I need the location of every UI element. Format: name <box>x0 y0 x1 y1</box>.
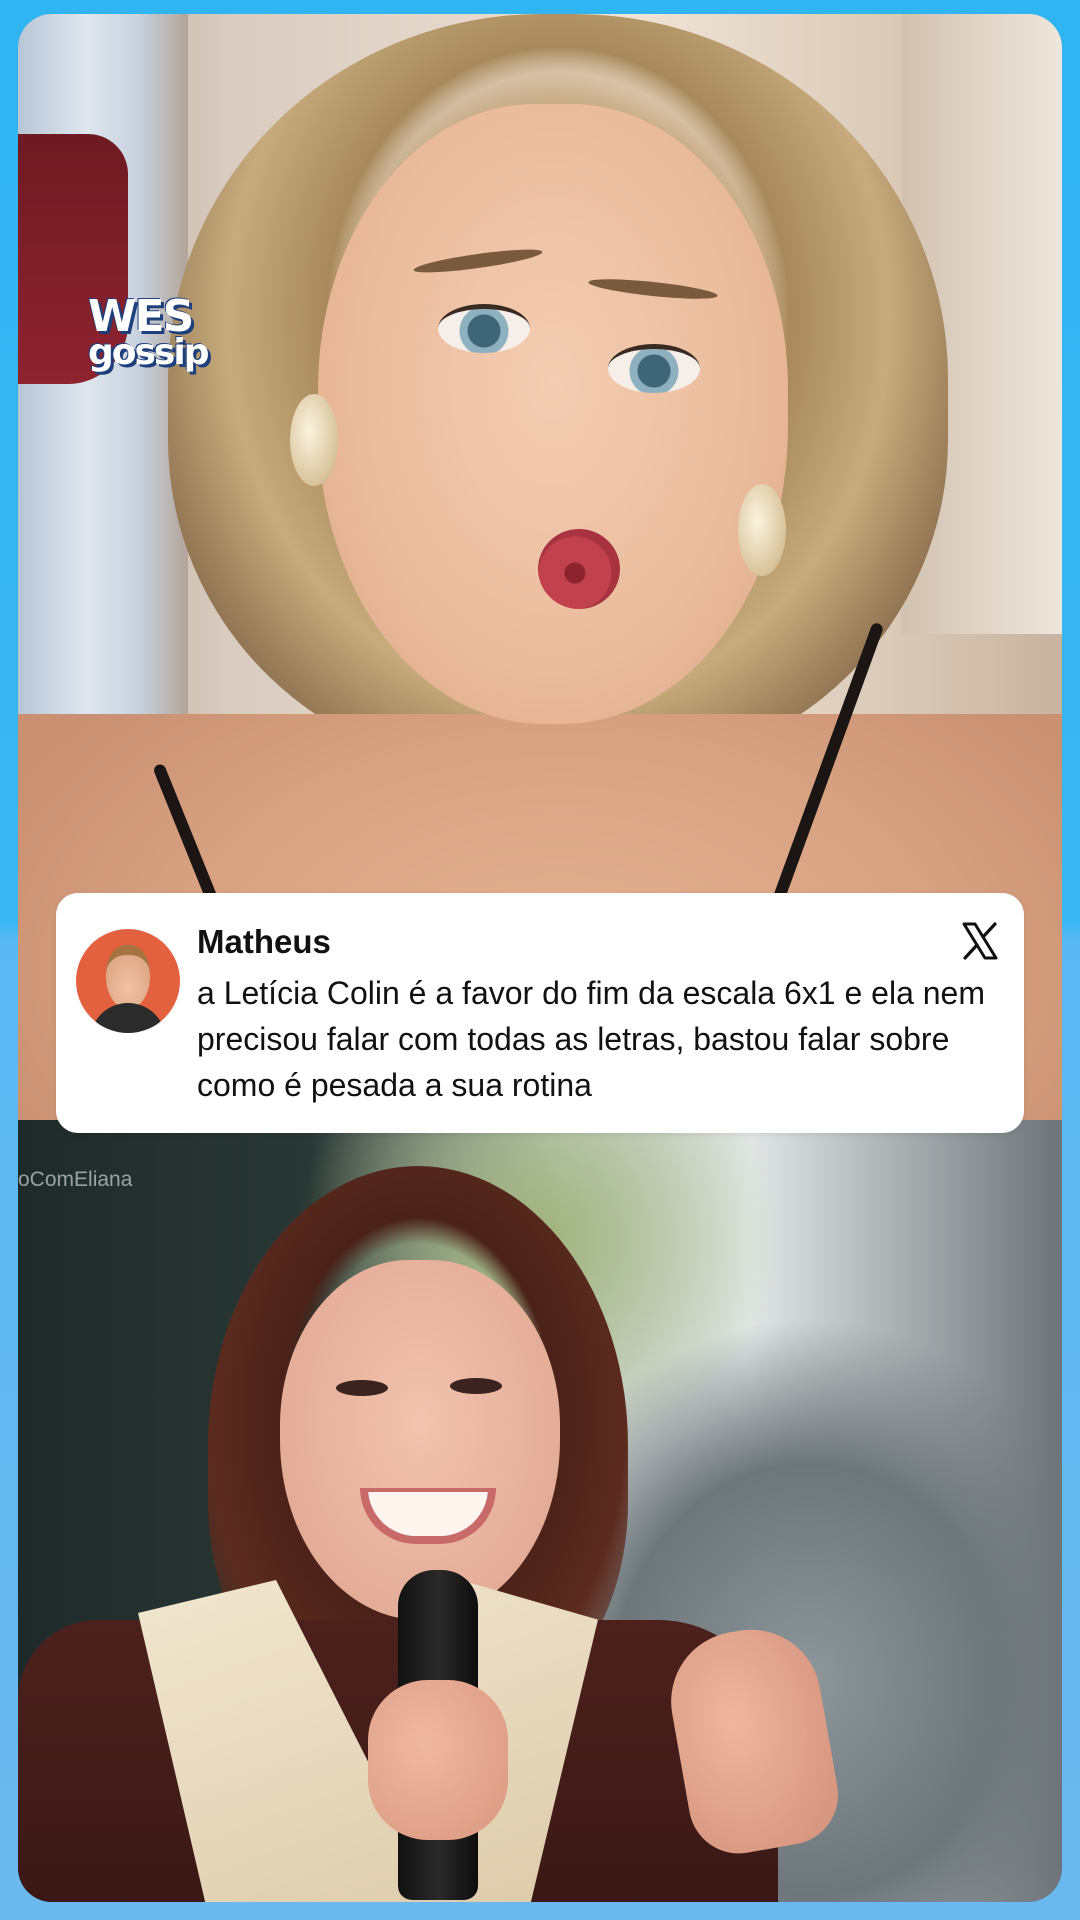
eye-right <box>608 344 700 393</box>
face <box>318 104 788 724</box>
eye-right <box>450 1378 502 1394</box>
closet-background <box>18 14 188 774</box>
tv-watermark: oComEliana <box>18 1168 133 1191</box>
face <box>280 1260 560 1620</box>
wes-gossip-logo: WES gossip <box>88 295 238 373</box>
earring-left <box>290 394 338 486</box>
lips <box>538 529 620 609</box>
tweet-author[interactable]: Matheus <box>197 923 331 961</box>
avatar[interactable] <box>76 929 180 1033</box>
tweet-text: a Letícia Colin é a favor do fim da esca… <box>197 975 985 1103</box>
avatar-head <box>106 945 150 1009</box>
eye-left <box>438 304 530 353</box>
eyebrow-left <box>412 245 544 277</box>
smile <box>360 1488 496 1544</box>
avatar-body <box>90 1003 166 1033</box>
earring-right <box>738 484 786 576</box>
bottom-photo: oComEliana <box>18 1120 1062 1902</box>
eyebrow-right <box>587 275 719 303</box>
logo-line-gossip: gossip <box>88 331 209 373</box>
tweet-card[interactable]: Matheus a Letícia Colin é a favor do fim… <box>56 893 1024 1133</box>
x-logo-icon[interactable] <box>960 921 1000 961</box>
eye-left <box>336 1380 388 1396</box>
hand-holding-mic <box>368 1680 508 1840</box>
